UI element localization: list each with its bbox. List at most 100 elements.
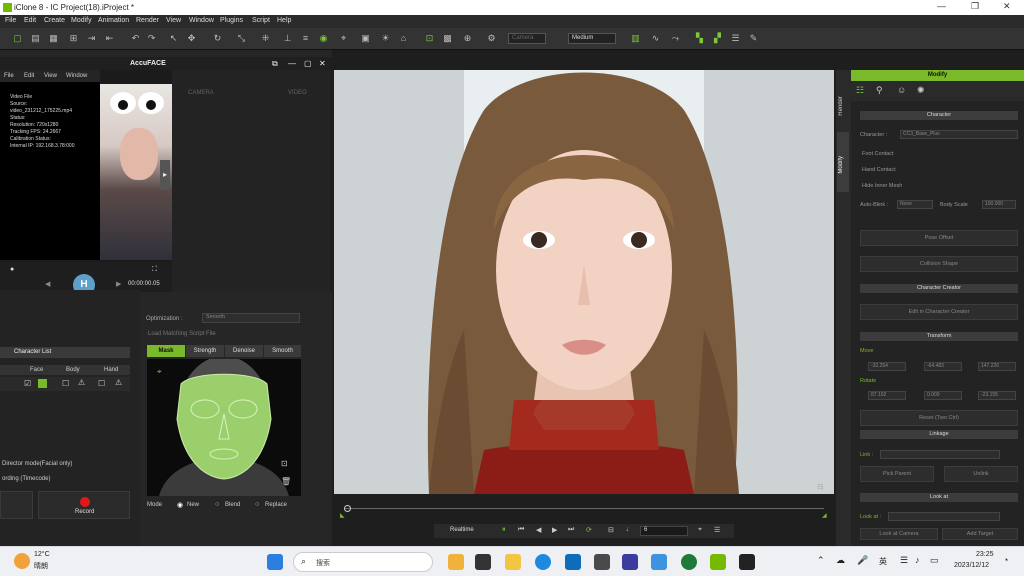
prev-frame-icon[interactable]: ◀ [45,280,50,288]
character-list-row[interactable]: ☑ ☐ ⚠ ☐ ⚠ [0,377,130,391]
undo-icon[interactable]: ↶ [130,33,141,44]
side-tab-modify[interactable]: Modify [838,156,844,174]
tab-video[interactable]: VIDEO [288,90,307,96]
reset-button[interactable]: Reset (Two Ctrl) [860,410,1018,426]
section-character-creator[interactable]: Character Creator [860,284,1018,293]
edge-icon[interactable] [535,554,551,570]
menu-view[interactable]: View [166,17,181,24]
new-icon[interactable]: ▢ [12,33,23,44]
mask-reset-icon[interactable]: ⊡ [281,459,288,468]
auto-blink-dropdown[interactable]: None [897,200,933,209]
tray-chevron-icon[interactable]: ⌃ [817,555,825,566]
clock-date[interactable]: 2023/12/12 [954,562,989,569]
volume-icon[interactable]: ♪ [915,555,920,565]
accu-close-icon[interactable]: ✕ [319,59,326,68]
collapse-handle[interactable]: ▸ [160,160,170,190]
motion-pose-icon[interactable]: ⚲ [876,85,883,96]
pick-icon[interactable]: ⌖ [338,33,349,44]
link-field[interactable] [880,450,1000,459]
attributes-icon[interactable]: ☷ [856,85,864,96]
menu-window[interactable]: Window [189,17,214,24]
load-script-checkbox[interactable]: Load Matching Script File [148,331,216,337]
app-game-icon[interactable] [739,554,755,570]
character-name-field[interactable]: CC3_Base_Plus [900,130,1018,139]
app-store2-icon[interactable] [651,554,667,570]
checkbox-icon[interactable]: ☑ [24,379,31,388]
3d-viewport[interactable]: ⊟ [334,70,834,494]
radio-blend-icon[interactable]: ○ [215,501,219,508]
vp-pause-icon[interactable]: ⏸ [502,526,506,534]
director-mode-label[interactable]: Director mode(Facial only) [2,461,72,467]
vp-prev-icon[interactable]: ◀ [536,526,541,534]
menu-animation[interactable]: Animation [98,17,129,24]
move-icon[interactable]: ✥ [186,33,197,44]
popout-icon[interactable]: ⧉ [272,59,278,69]
merge-icon[interactable]: ⊞ [68,33,79,44]
import-icon[interactable]: ⇥ [86,33,97,44]
tab-camera[interactable]: CAMERA [188,90,214,96]
light-icon[interactable]: ☀ [380,33,391,44]
rotate-x-input[interactable]: 87.102 [868,391,906,400]
weather-icon[interactable] [14,553,30,569]
close-icon[interactable]: ✕ [1003,1,1011,12]
face-mask-view[interactable]: ⌖ ⊡ 🗑 [147,356,301,496]
optimization-dropdown[interactable]: Smooth [202,313,300,323]
wifi-icon[interactable]: ☰ [900,555,908,566]
task-view-icon[interactable] [475,554,491,570]
section-lookat[interactable]: Look at [860,493,1018,502]
accu-maximize-icon[interactable]: ▢ [304,59,312,68]
input-language[interactable]: 英 [879,556,887,567]
target-icon[interactable]: ⌖ [698,526,702,534]
timeline-start-icon[interactable]: ◣ [340,512,345,519]
face-active-icon[interactable] [38,379,47,388]
start-icon[interactable] [267,554,283,570]
brush-icon[interactable]: ✎ [748,33,759,44]
unlink-button[interactable]: Unlink [944,466,1018,482]
menu-lines-icon[interactable]: ☰ [714,526,720,534]
rotate-icon[interactable]: ↻ [212,33,223,44]
prev-button[interactable] [0,491,33,519]
tab-denoise[interactable]: Denoise [225,345,263,357]
mode-new[interactable]: New [187,502,199,508]
export-icon[interactable]: ⇤ [104,33,115,44]
motion-icon[interactable]: ⤳ [670,33,681,44]
face-key-icon[interactable]: ▚ [694,33,705,44]
frame-icon[interactable]: ▣ [360,33,371,44]
home-icon[interactable]: ⌂ [398,33,409,44]
section-character[interactable]: Character [860,111,1018,120]
lookat-camera-button[interactable]: Look at Camera [860,528,938,540]
eye-icon[interactable]: ◉ [318,33,329,44]
iclone-taskbar-icon[interactable] [710,554,726,570]
quality-dropdown[interactable]: Medium [568,33,616,44]
section-linkage[interactable]: Linkage [860,430,1018,439]
tab-strength[interactable]: Strength [186,345,224,357]
list-icon[interactable]: ☰ [730,33,741,44]
rotate-y-input[interactable]: 0.000 [924,391,962,400]
tab-smooth[interactable]: Smooth [264,345,301,357]
minimize-icon[interactable]: — [937,1,946,11]
weather-temp[interactable]: 12°C [34,551,50,558]
timeline-playhead[interactable] [344,505,351,512]
battery-icon[interactable]: ▭ [930,555,939,566]
radio-new-icon[interactable]: ◉ [177,501,183,509]
snap-icon[interactable]: ⁜ [260,33,271,44]
grid-icon[interactable]: ▩ [442,33,453,44]
settings-icon[interactable]: ⚙ [486,33,497,44]
menu-modify[interactable]: Modify [71,17,92,24]
menu-edit[interactable]: Edit [24,17,36,24]
open-icon[interactable]: ▤ [30,33,41,44]
search-box[interactable]: ⌕ 搜索 [293,552,433,572]
crop-icon[interactable]: ⛶ [152,266,157,274]
record-button[interactable]: Record [38,491,130,519]
scale-icon[interactable]: ⤡ [236,33,247,44]
explorer-icon[interactable] [505,554,521,570]
add-target-button[interactable]: Add Target [942,528,1018,540]
tray-mic-icon[interactable]: 🎤 [857,555,868,566]
collision-shape-button[interactable]: Collision Shape [860,256,1018,272]
menu-plugins[interactable]: Plugins [220,17,243,24]
hand-contact-checkbox[interactable]: Hand Contact [862,167,896,173]
face-icon[interactable]: ☺ [897,85,906,95]
pick-parent-button[interactable]: Pick Parent [860,466,934,482]
notification-icon[interactable]: ◔ [1003,555,1008,565]
loop-icon[interactable]: ⟳ [586,526,592,534]
